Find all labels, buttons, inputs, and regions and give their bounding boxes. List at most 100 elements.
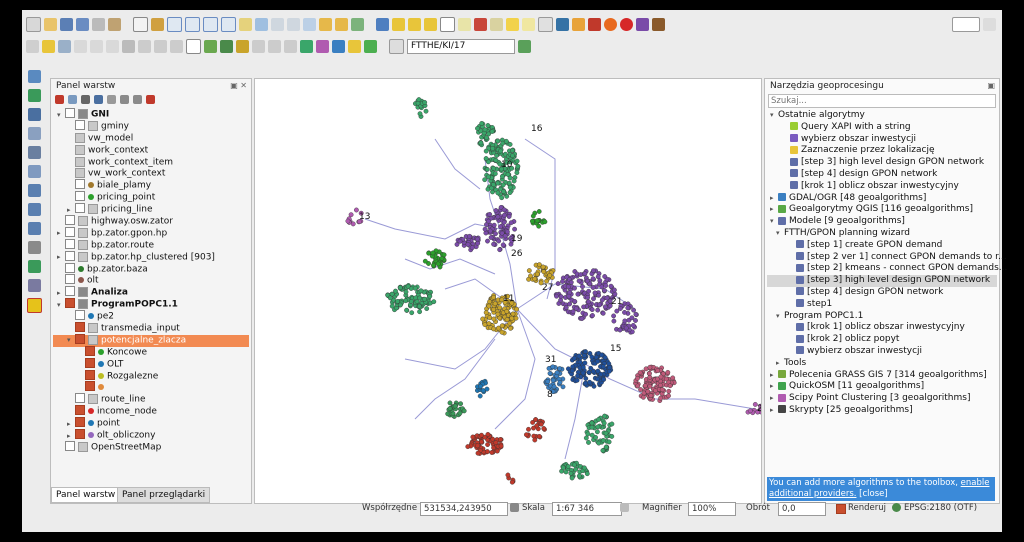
layer-row[interactable]: ▸ bp.zator.hp_clustered [903] [53, 250, 249, 264]
map-point[interactable] [491, 316, 497, 322]
map-point[interactable] [495, 311, 501, 317]
map-point[interactable] [482, 127, 488, 133]
map-point[interactable] [571, 462, 577, 468]
firefox-icon[interactable] [604, 17, 617, 31]
algorithm-row[interactable]: Zaznaczenie przez lokalizację [767, 145, 997, 157]
map-point[interactable] [412, 285, 418, 291]
add-vector-icon[interactable] [27, 70, 41, 83]
map-point[interactable] [652, 388, 658, 394]
map-point[interactable] [655, 368, 661, 373]
map-point[interactable] [617, 327, 623, 333]
map-point[interactable] [474, 236, 480, 242]
attribute-table-icon[interactable] [440, 16, 455, 32]
expand-arrow-icon[interactable]: ▸ [57, 252, 65, 264]
zoom-layer-icon[interactable] [255, 17, 268, 31]
map-point[interactable] [475, 450, 481, 456]
map-point[interactable] [487, 299, 493, 305]
map-point[interactable] [422, 99, 428, 105]
layer-row[interactable]: OLT [53, 357, 249, 371]
map-point[interactable] [560, 465, 566, 471]
map-point[interactable] [569, 475, 575, 481]
map-point[interactable] [565, 284, 571, 290]
map-point[interactable] [658, 395, 664, 401]
map-point[interactable] [490, 146, 496, 151]
map-point[interactable] [504, 229, 510, 235]
layer-visibility-checkbox[interactable] [65, 238, 75, 249]
map-point[interactable] [590, 313, 595, 318]
map-point[interactable] [602, 304, 608, 310]
algorithm-row[interactable]: wybierz obszar inwestycji [767, 134, 997, 146]
layer-visibility-checkbox[interactable] [65, 274, 75, 285]
map-point[interactable] [601, 287, 607, 293]
map-point[interactable] [572, 299, 578, 304]
algorithm-row[interactable]: wybierz obszar inwestycji [767, 346, 997, 358]
layer-visibility-checkbox[interactable] [65, 250, 75, 261]
db-icon[interactable] [332, 39, 345, 53]
feature-form-icon[interactable] [389, 38, 404, 54]
map-point[interactable] [586, 299, 591, 305]
map-point[interactable] [599, 297, 605, 303]
map-point[interactable] [542, 219, 548, 225]
map-point[interactable] [554, 370, 560, 376]
edit-save-icon[interactable] [58, 39, 71, 53]
deselect-icon[interactable] [424, 17, 437, 31]
map-point[interactable] [589, 424, 595, 430]
algorithm-row[interactable]: ▸ QuickOSM [11 geoalgorithms] [767, 381, 997, 393]
map-point[interactable] [416, 303, 422, 309]
text-annotation-icon[interactable] [522, 17, 535, 31]
map-point[interactable] [580, 370, 586, 376]
map-point[interactable] [658, 374, 664, 380]
processing-search-input[interactable] [768, 94, 996, 108]
map-point[interactable] [541, 426, 547, 431]
map-point[interactable] [594, 429, 600, 435]
map-point[interactable] [483, 156, 489, 161]
map-point[interactable] [622, 318, 628, 324]
map-point[interactable] [393, 288, 398, 294]
add-raster-icon[interactable] [27, 89, 41, 102]
map-point[interactable] [417, 111, 423, 117]
map-point[interactable] [665, 369, 671, 375]
map-point[interactable] [585, 431, 591, 437]
scale-combo[interactable]: 1:67 346 [552, 502, 622, 516]
add-mssql-icon[interactable] [27, 146, 41, 159]
map-point[interactable] [499, 174, 505, 179]
map-point[interactable] [430, 250, 436, 256]
zoom-in-icon[interactable] [167, 16, 182, 32]
rotation-spin[interactable]: 0,0 [778, 502, 826, 516]
map-point[interactable] [598, 371, 604, 377]
coord-value[interactable]: 531534,243950 [420, 502, 508, 516]
algorithm-row[interactable]: ▾ FTTH/GPON planning wizard [767, 228, 997, 240]
tree-arrow-icon[interactable]: ▾ [770, 110, 778, 122]
map-point[interactable] [511, 178, 517, 184]
map-point[interactable] [478, 383, 483, 389]
map-point[interactable] [570, 364, 576, 370]
map-point[interactable] [487, 228, 493, 234]
layer-row[interactable]: olt [53, 274, 249, 287]
map-point[interactable] [601, 377, 607, 382]
plugin-icon[interactable] [588, 17, 601, 31]
map-point[interactable] [670, 375, 676, 381]
map-point[interactable] [508, 220, 514, 226]
algorithm-row[interactable]: ▾ Ostatnie algorytmy [767, 110, 997, 122]
identify-icon[interactable] [376, 17, 389, 31]
select-icon[interactable] [392, 17, 405, 31]
map-point[interactable] [489, 129, 495, 134]
map-point[interactable] [495, 138, 501, 144]
map-point[interactable] [541, 269, 547, 275]
map-point[interactable] [478, 140, 484, 146]
algorithm-row[interactable]: ▸ Tools [767, 358, 997, 370]
map-point[interactable] [475, 126, 480, 131]
add-virtual-icon[interactable] [27, 279, 41, 292]
layer-row[interactable]: OpenStreetMap [53, 440, 249, 454]
expand-all-icon[interactable] [120, 95, 129, 104]
algorithm-row[interactable]: ▸ Scipy Point Clustering [3 geoalgorithms… [767, 393, 997, 405]
map-point[interactable] [484, 167, 490, 172]
tree-arrow-icon[interactable]: ▸ [770, 204, 778, 216]
map-point[interactable] [658, 382, 663, 388]
map-point[interactable] [497, 305, 503, 311]
map-point[interactable] [599, 352, 605, 358]
map-point[interactable] [596, 440, 602, 446]
map-canvas[interactable]: 16 10 13 19 26 11 27 21 31 25 8 15 [254, 78, 762, 504]
map-point[interactable] [582, 360, 588, 366]
layer-visibility-checkbox[interactable] [85, 345, 95, 356]
